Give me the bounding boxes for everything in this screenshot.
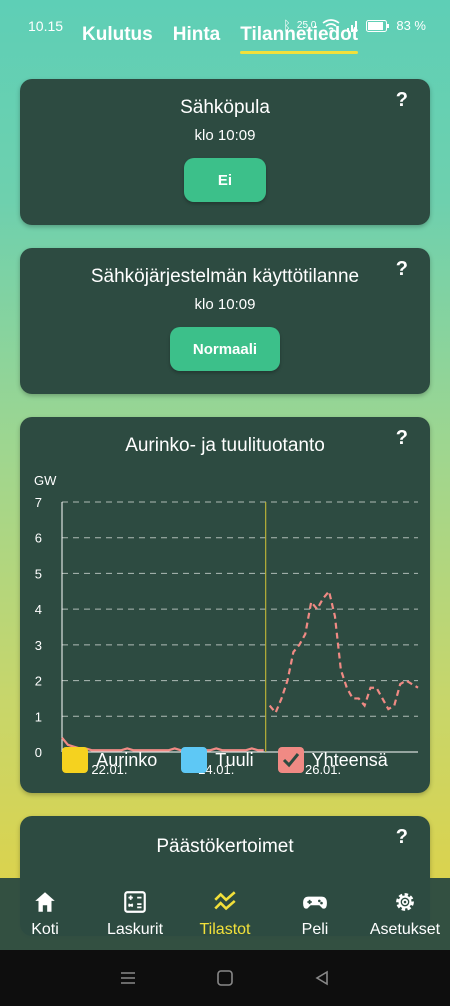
help-icon[interactable]: ? xyxy=(396,427,408,450)
nav-label: Tilastot xyxy=(199,921,251,938)
check-icon xyxy=(282,753,299,768)
nav-label: Laskurit xyxy=(106,921,164,938)
y-tick-label: 3 xyxy=(35,638,42,653)
y-tick-label: 1 xyxy=(35,709,42,724)
yhteensa-checkbox xyxy=(277,747,304,773)
gamepad-icon xyxy=(303,896,327,909)
nav-tilastot[interactable]: Tilastot xyxy=(185,889,265,939)
calculator-icon xyxy=(124,891,146,913)
y-tick-label: 2 xyxy=(35,674,42,689)
nav-asetukset[interactable]: Asetukset xyxy=(365,889,445,939)
tab-kulutus[interactable]: Kulutus xyxy=(82,24,153,46)
back-icon[interactable] xyxy=(313,969,331,987)
nav-peli[interactable]: Peli xyxy=(275,889,355,939)
y-tick-label: 7 xyxy=(35,495,42,510)
tuuli-swatch xyxy=(181,747,208,773)
top-tabs: Kulutus Hinta Tilannetiedot xyxy=(82,24,358,54)
help-icon[interactable]: ? xyxy=(396,89,408,112)
menu-icon[interactable] xyxy=(119,970,137,986)
bottom-navigation: Koti Laskurit Tilastot Peli Asetukset xyxy=(0,878,450,950)
stats-icon xyxy=(214,891,236,911)
card-time: klo 10:09 xyxy=(194,296,256,313)
y-tick-label: 5 xyxy=(35,566,42,581)
home-icon xyxy=(35,892,55,912)
nav-label: Peli xyxy=(301,921,329,938)
help-icon[interactable]: ? xyxy=(396,258,408,281)
tab-tilannetiedot[interactable]: Tilannetiedot xyxy=(240,24,358,54)
legend-yhteensa[interactable]: Yhteensä xyxy=(277,747,388,773)
production-chart: GW0123456722.01. 24.01. 26.01. xyxy=(34,473,419,777)
card-title: Sähköpula xyxy=(180,97,270,118)
card-time: klo 10:09 xyxy=(194,127,256,144)
system-navigation-bar xyxy=(0,950,450,1006)
card-title: Päästökertoimet xyxy=(156,836,294,857)
power-shortage-card: ? Sähköpula klo 10:09 Ei xyxy=(20,79,430,225)
help-icon[interactable]: ? xyxy=(396,826,408,849)
legend-label: Aurinko xyxy=(96,749,158,770)
chart-title: Aurinko- ja tuulituotanto xyxy=(125,435,325,456)
aurinko-swatch xyxy=(62,747,89,773)
y-axis-unit: GW xyxy=(34,473,57,488)
shortage-status-button[interactable]: Ei xyxy=(184,158,266,202)
battery-icon xyxy=(366,19,390,32)
legend-label: Tuuli xyxy=(215,749,254,770)
legend-tuuli[interactable]: Tuuli xyxy=(181,747,254,773)
legend-label: Yhteensä xyxy=(311,749,388,770)
nav-laskurit[interactable]: Laskurit xyxy=(95,889,175,939)
nav-koti[interactable]: Koti xyxy=(5,889,85,939)
chart-legend: Aurinko Tuuli Yhteensä xyxy=(20,747,430,773)
status-time: 10.15 xyxy=(28,18,64,34)
y-tick-label: 4 xyxy=(35,602,42,617)
home-square-icon[interactable] xyxy=(216,969,234,987)
nav-label: Asetukset xyxy=(369,921,441,938)
y-tick-label: 6 xyxy=(35,531,42,546)
tab-hinta[interactable]: Hinta xyxy=(173,24,221,46)
production-chart-card: ? Aurinko- ja tuulituotanto GW 0 1 2 3 4 5 6 7 22… xyxy=(20,417,430,793)
card-title: Sähköjärjestelmän käyttötilanne xyxy=(90,266,360,287)
nav-label: Koti xyxy=(31,921,59,938)
legend-aurinko[interactable]: Aurinko xyxy=(62,747,157,773)
system-status-button[interactable]: Normaali xyxy=(170,327,280,371)
system-status-card: ? Sähköjärjestelmän käyttötilanne klo 10… xyxy=(20,248,430,394)
gear-icon xyxy=(396,893,414,911)
battery-percent: 83 % xyxy=(396,18,426,33)
